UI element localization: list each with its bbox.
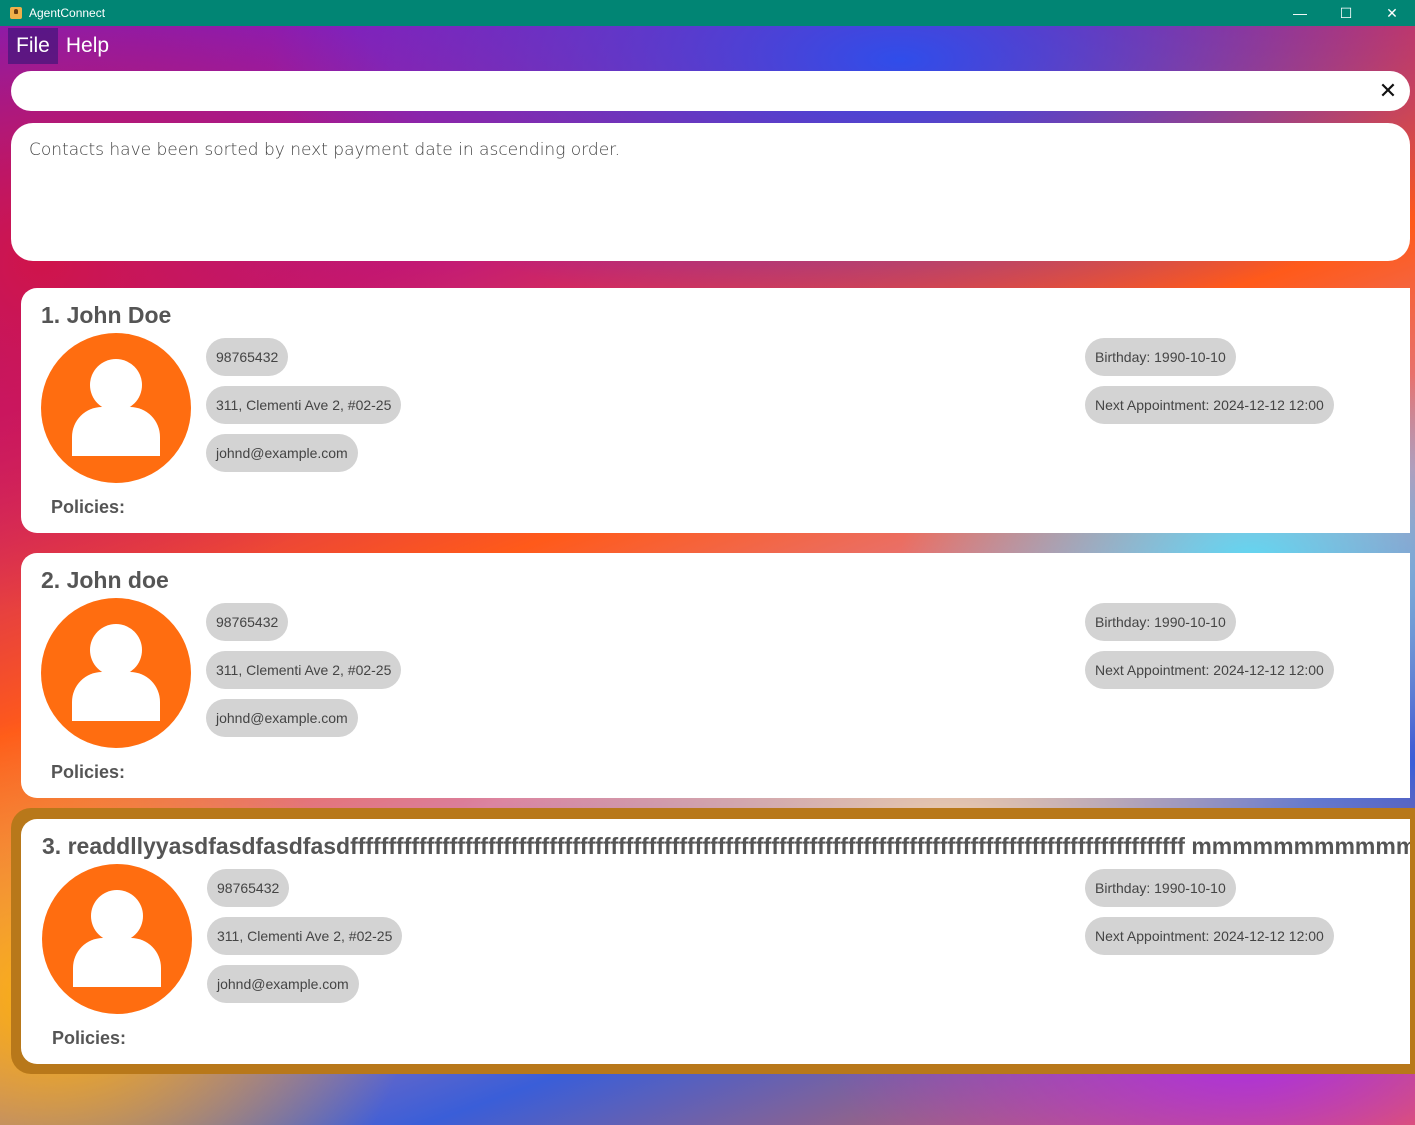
phone-chip: 98765432: [206, 603, 289, 641]
menu-bar: File Help: [8, 28, 117, 64]
close-icon[interactable]: ✕: [1376, 79, 1400, 103]
contact-name: 3. readdllyyasdfasdfasdfasdfffffffffffff…: [42, 833, 1410, 859]
minimize-button[interactable]: —: [1277, 0, 1323, 26]
person-avatar-icon: [42, 864, 192, 1014]
address-chip: 311, Clementi Ave 2, #02-25: [206, 651, 402, 689]
birthday-chip: Birthday: 1990-10-10: [1085, 338, 1236, 376]
person-avatar-icon: [41, 333, 191, 483]
menu-help[interactable]: Help: [58, 28, 117, 64]
birthday-chip: Birthday: 1990-10-10: [1085, 603, 1236, 641]
contact-card[interactable]: 1. John Doe 98765432 311, Clementi Ave 2…: [21, 288, 1410, 533]
contact-card-selected[interactable]: 3. readdllyyasdfasdfasdfasdfffffffffffff…: [21, 819, 1410, 1064]
phone-chip: 98765432: [206, 338, 289, 376]
policies-label: Policies:: [51, 762, 126, 782]
email-chip: johnd@example.com: [206, 434, 358, 472]
birthday-chip: Birthday: 1990-10-10: [1085, 869, 1236, 907]
appointment-chip: Next Appointment: 2024-12-12 12:00: [1085, 917, 1334, 955]
app-icon: [10, 7, 22, 19]
email-chip: johnd@example.com: [207, 965, 359, 1003]
contact-name: 2. John doe: [41, 567, 169, 593]
policies-label: Policies:: [52, 1028, 127, 1048]
window-title: AgentConnect: [29, 6, 106, 20]
person-avatar-icon: [41, 598, 191, 748]
contact-name: 1. John Doe: [41, 302, 172, 328]
appointment-chip: Next Appointment: 2024-12-12 12:00: [1085, 386, 1334, 424]
appointment-chip: Next Appointment: 2024-12-12 12:00: [1085, 651, 1334, 689]
command-input[interactable]: ✕: [11, 71, 1410, 111]
email-chip: johnd@example.com: [206, 699, 358, 737]
address-chip: 311, Clementi Ave 2, #02-25: [207, 917, 403, 955]
phone-chip: 98765432: [207, 869, 290, 907]
address-chip: 311, Clementi Ave 2, #02-25: [206, 386, 402, 424]
contact-card[interactable]: 2. John doe 98765432 311, Clementi Ave 2…: [21, 553, 1410, 798]
close-window-button[interactable]: ✕: [1369, 0, 1415, 26]
menu-file[interactable]: File: [8, 28, 58, 64]
window-titlebar: AgentConnect — ☐ ✕: [0, 0, 1415, 26]
maximize-button[interactable]: ☐: [1323, 0, 1369, 26]
result-message: Contacts have been sorted by next paymen…: [29, 140, 620, 160]
result-display: Contacts have been sorted by next paymen…: [11, 123, 1410, 261]
policies-label: Policies:: [51, 497, 126, 517]
